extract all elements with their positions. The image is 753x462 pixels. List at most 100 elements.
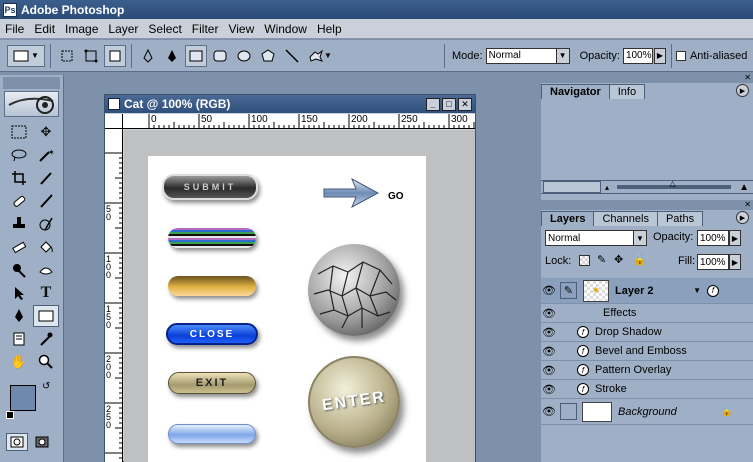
rounded-rectangle-button[interactable] xyxy=(209,45,231,67)
lasso-tool-icon[interactable] xyxy=(6,144,32,166)
mode-select[interactable]: Normal ▼ xyxy=(485,47,570,64)
toolbox-grip[interactable] xyxy=(3,77,60,89)
document-title-bar[interactable]: Cat @ 100% (RGB) _ □ ✕ xyxy=(105,95,475,113)
foreground-color-swatch[interactable] xyxy=(10,385,36,411)
swap-colors-icon[interactable]: ↺ xyxy=(42,381,50,392)
layer-row-background[interactable]: 👁 Background 🔒 xyxy=(541,399,753,425)
eye-icon[interactable]: 👁 xyxy=(541,282,557,299)
custom-shape-button[interactable]: ▼ xyxy=(305,45,335,67)
zoom-slider[interactable]: △ xyxy=(617,179,732,189)
brush-link-icon[interactable] xyxy=(560,403,577,420)
horizontal-ruler[interactable]: 0 50 100 150 200 250 300 xyxy=(123,114,475,129)
zoom-tool-icon[interactable] xyxy=(33,351,59,373)
fill-pixels-button[interactable] xyxy=(104,44,126,67)
dodge-tool-icon[interactable] xyxy=(6,259,32,281)
default-colors-icon[interactable] xyxy=(6,411,14,419)
menu-filter[interactable]: Filter xyxy=(187,22,224,36)
menu-help[interactable]: Help xyxy=(312,22,347,36)
tab-channels[interactable]: Channels xyxy=(593,211,658,226)
lock-transparency-icon[interactable] xyxy=(579,255,590,266)
tool-preset-picker[interactable]: ▼ xyxy=(7,44,45,67)
effect-row-drop-shadow[interactable]: 👁 f Drop Shadow xyxy=(541,323,753,342)
eye-icon[interactable]: 👁 xyxy=(541,343,557,360)
healing-brush-tool-icon[interactable] xyxy=(6,190,32,212)
lock-brush-icon[interactable]: ✎ xyxy=(597,253,606,266)
pen-tool-icon[interactable] xyxy=(6,305,32,327)
menu-edit[interactable]: Edit xyxy=(29,22,60,36)
lock-all-icon[interactable]: 🔒 xyxy=(633,253,647,266)
eyedropper-tool-icon[interactable] xyxy=(33,328,59,350)
antialias-checkbox[interactable] xyxy=(675,50,686,61)
striped-button[interactable] xyxy=(168,228,256,248)
brush-tool-icon[interactable] xyxy=(33,190,59,212)
document-canvas[interactable]: SUBMIT CLOSE EXIT GO ENTER xyxy=(124,130,475,462)
menu-layer[interactable]: Layer xyxy=(103,22,143,36)
line-button[interactable] xyxy=(281,45,303,67)
navigator-menu-button[interactable]: ▶ xyxy=(736,84,749,97)
tab-navigator[interactable]: Navigator xyxy=(541,84,610,99)
eye-icon[interactable]: 👁 xyxy=(541,403,557,420)
close-graphic-button[interactable]: CLOSE xyxy=(166,323,258,345)
menu-window[interactable]: Window xyxy=(259,22,312,36)
tab-paths[interactable]: Paths xyxy=(656,211,704,226)
marquee-tool-icon[interactable] xyxy=(6,121,32,143)
move-tool-icon[interactable]: ✥ xyxy=(33,121,59,143)
notes-tool-icon[interactable] xyxy=(6,328,32,350)
layer-opacity-stepper[interactable]: ▶ xyxy=(729,230,741,246)
freeform-pen-button[interactable] xyxy=(161,45,183,67)
maximize-button[interactable]: □ xyxy=(442,97,456,111)
close-icon[interactable]: ✕ xyxy=(744,200,751,209)
effect-row-stroke[interactable]: 👁 f Stroke xyxy=(541,380,753,399)
enter-button[interactable]: ENTER xyxy=(308,356,400,448)
submit-button[interactable]: SUBMIT xyxy=(162,174,258,200)
hand-tool-icon[interactable]: ✋ xyxy=(6,351,32,373)
minimize-button[interactable]: _ xyxy=(426,97,440,111)
tab-info[interactable]: Info xyxy=(608,84,646,99)
go-arrow-button[interactable] xyxy=(322,176,384,210)
close-icon[interactable]: ✕ xyxy=(744,73,751,82)
paths-button[interactable] xyxy=(80,45,102,67)
opacity-input[interactable]: 100% xyxy=(622,47,653,64)
brush-link-icon[interactable]: ✎ xyxy=(560,282,577,299)
gold-button[interactable] xyxy=(168,276,256,296)
rectangle-shape-button[interactable] xyxy=(185,44,207,67)
slice-tool-icon[interactable] xyxy=(33,167,59,189)
zoom-value-field[interactable] xyxy=(543,181,601,193)
lock-move-icon[interactable]: ✥ xyxy=(614,253,623,266)
eraser-tool-icon[interactable] xyxy=(6,236,32,258)
ruler-origin[interactable] xyxy=(105,114,123,129)
polygon-button[interactable] xyxy=(257,45,279,67)
layer-row-layer2[interactable]: 👁 ✎ ✶ Layer 2 ▼ f xyxy=(541,278,753,304)
eye-icon[interactable]: 👁 xyxy=(541,305,557,322)
zoom-out-icon[interactable]: ▴ xyxy=(605,183,609,192)
paint-bucket-tool-icon[interactable] xyxy=(33,236,59,258)
image-page[interactable]: SUBMIT CLOSE EXIT GO ENTER xyxy=(148,156,426,462)
fill-stepper[interactable]: ▶ xyxy=(729,254,741,270)
vertical-ruler[interactable]: 50 100 150 200 250 xyxy=(105,129,123,462)
layers-panel-bar[interactable]: ✕ xyxy=(541,200,753,210)
ellipse-button[interactable] xyxy=(233,45,255,67)
navigator-panel-bar[interactable]: ✕ xyxy=(541,73,753,83)
magic-wand-tool-icon[interactable]: ✶ xyxy=(33,144,59,166)
exit-button[interactable]: EXIT xyxy=(168,372,256,394)
fill-input[interactable]: 100% xyxy=(697,254,729,270)
menu-file[interactable]: File xyxy=(0,22,29,36)
zoom-in-icon[interactable]: ▲ xyxy=(739,182,749,193)
rectangle-tool-icon[interactable] xyxy=(33,305,59,327)
effects-row[interactable]: 👁 Effects xyxy=(541,304,753,323)
layer-opacity-input[interactable]: 100% xyxy=(697,230,729,246)
eye-icon[interactable]: 👁 xyxy=(541,381,557,398)
shape-layers-button[interactable] xyxy=(56,45,78,67)
menu-view[interactable]: View xyxy=(223,22,259,36)
history-brush-tool-icon[interactable] xyxy=(33,213,59,235)
zoom-slider-handle[interactable]: △ xyxy=(669,179,675,188)
menu-select[interactable]: Select xyxy=(143,22,186,36)
menu-image[interactable]: Image xyxy=(60,22,103,36)
type-tool-icon[interactable]: T xyxy=(33,282,59,304)
eye-icon[interactable]: 👁 xyxy=(541,324,557,341)
eye-icon[interactable]: 👁 xyxy=(541,362,557,379)
effect-row-bevel[interactable]: 👁 f Bevel and Emboss xyxy=(541,342,753,361)
pen-tool-button[interactable] xyxy=(137,45,159,67)
tab-layers[interactable]: Layers xyxy=(541,211,595,226)
effect-row-pattern-overlay[interactable]: 👁 f Pattern Overlay xyxy=(541,361,753,380)
